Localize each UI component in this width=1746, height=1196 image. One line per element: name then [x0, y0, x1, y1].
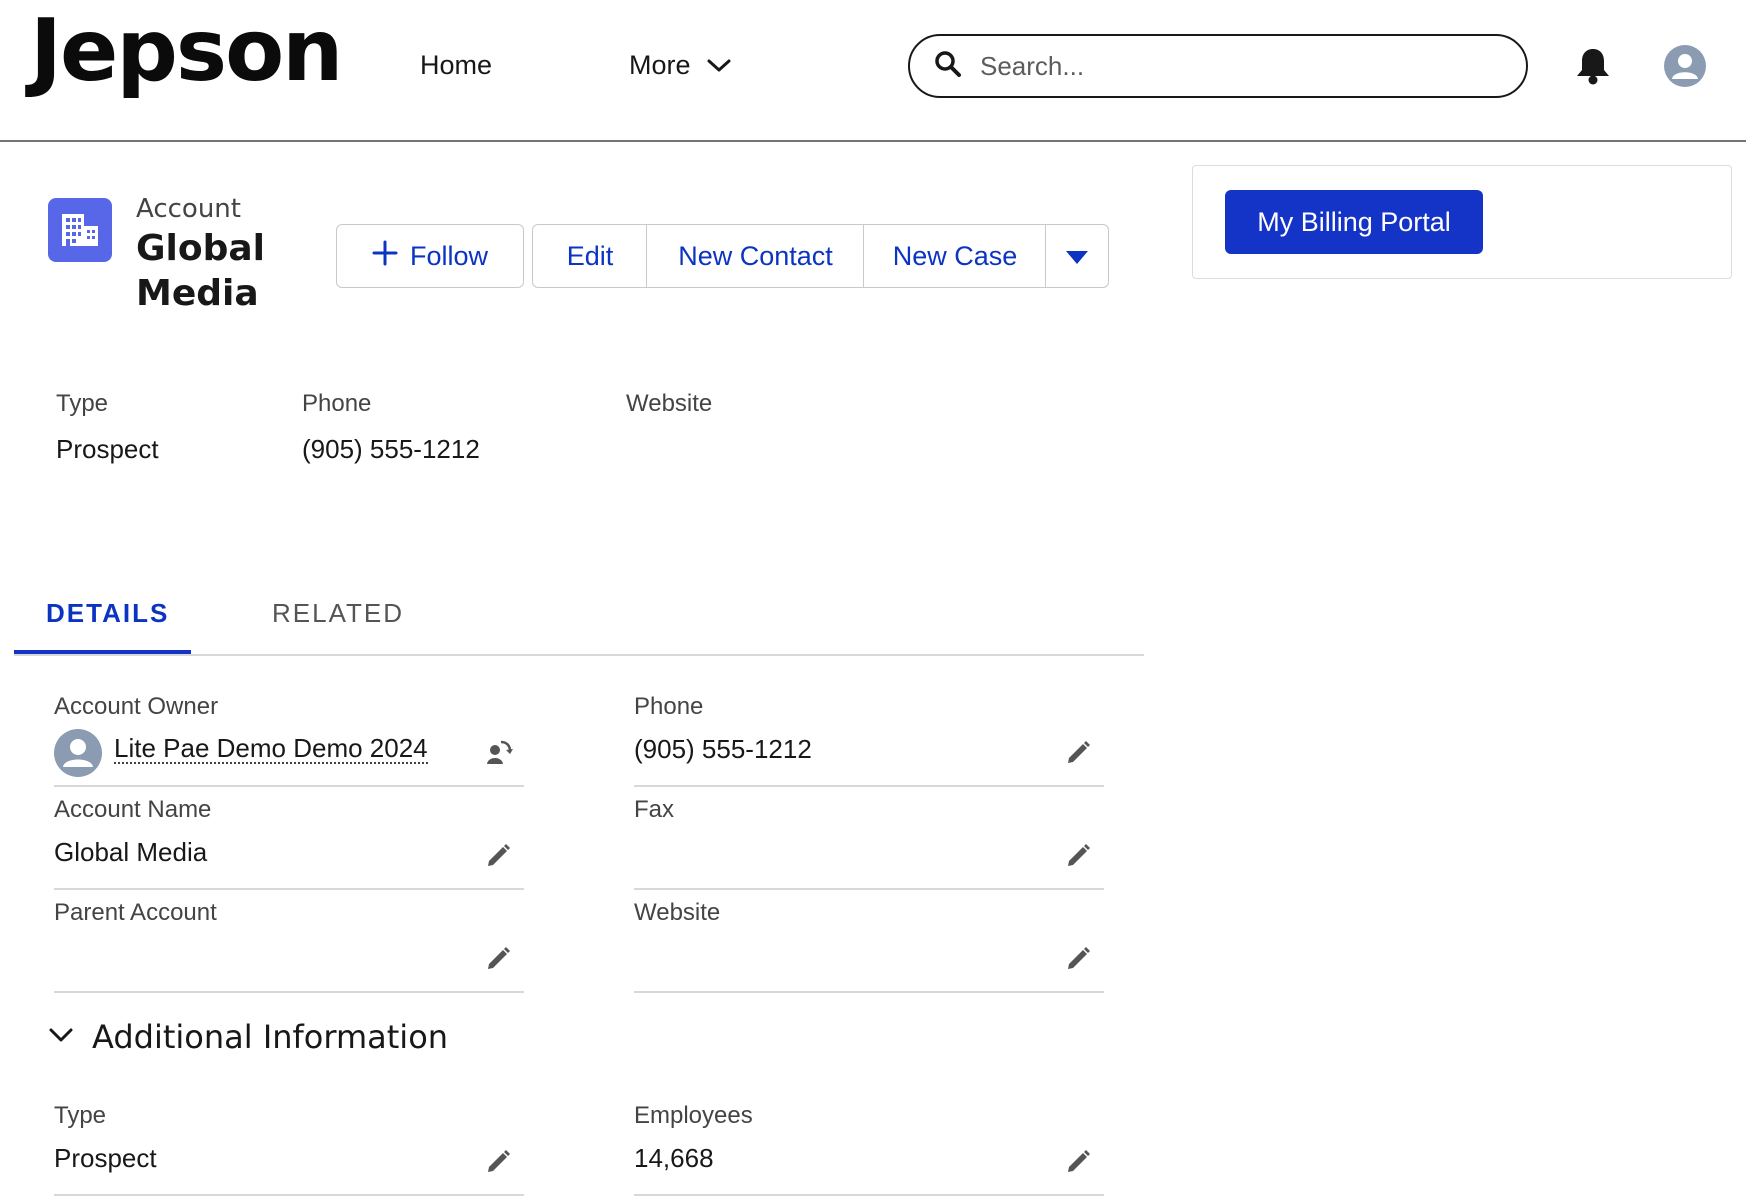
field-employees: Employees 14,668	[634, 1094, 1104, 1196]
follow-button[interactable]: Follow	[336, 224, 524, 288]
field-label: Fax	[634, 796, 675, 823]
chevron-down-icon	[48, 1026, 74, 1049]
field-label: Employees	[634, 1102, 753, 1129]
highlight-value[interactable]: (905) 555-1212	[302, 434, 480, 465]
highlight-label: Website	[626, 390, 713, 417]
field-value: Global Media	[54, 837, 208, 867]
chevron-down-icon	[707, 50, 731, 81]
billing-card: My Billing Portal	[1192, 165, 1732, 279]
global-header: Jepson Home More	[0, 0, 1746, 142]
field-account-owner: Account Owner Lite Pae Demo Demo 2024	[54, 685, 524, 787]
change-owner-icon[interactable]	[484, 737, 514, 767]
nav-home[interactable]: Home	[420, 50, 492, 81]
highlight-phone: Phone (905) 555-1212	[302, 390, 480, 465]
billing-portal-button[interactable]: My Billing Portal	[1225, 190, 1483, 254]
field-fax: Fax	[634, 788, 1104, 890]
pencil-icon[interactable]	[1064, 1146, 1094, 1176]
field-value[interactable]: (905) 555-1212	[634, 734, 812, 765]
highlight-website: Website	[626, 390, 712, 434]
pencil-icon[interactable]	[1064, 737, 1094, 767]
field-value: Prospect	[54, 1143, 157, 1173]
section-title: Additional Information	[92, 1018, 449, 1056]
field-account-name: Account Name Global Media	[54, 788, 524, 890]
pencil-icon[interactable]	[484, 943, 514, 973]
pencil-icon[interactable]	[1064, 943, 1094, 973]
field-label: Account Name	[54, 796, 212, 823]
field-parent-account: Parent Account	[54, 891, 524, 993]
pencil-icon[interactable]	[484, 840, 514, 870]
global-search[interactable]	[908, 34, 1528, 98]
new-case-button[interactable]: New Case	[863, 224, 1047, 288]
nav-more[interactable]: More	[629, 50, 731, 81]
pencil-icon[interactable]	[484, 1146, 514, 1176]
field-label: Website	[634, 899, 721, 926]
highlight-label: Type	[56, 390, 109, 417]
new-contact-button[interactable]: New Contact	[646, 224, 865, 288]
tab-details[interactable]: DETAILS	[46, 598, 169, 629]
user-avatar-icon	[54, 729, 102, 777]
field-label: Account Owner	[54, 693, 219, 720]
account-owner-link[interactable]: Lite Pae Demo Demo 2024	[114, 734, 428, 764]
user-avatar-icon[interactable]	[1664, 45, 1706, 87]
record-title: Global Media	[136, 228, 266, 314]
highlight-type: Type Prospect	[56, 390, 159, 465]
building-icon	[48, 198, 112, 262]
field-label: Type	[54, 1102, 107, 1129]
bell-icon[interactable]	[1574, 46, 1612, 91]
search-input[interactable]	[980, 50, 1500, 82]
field-website: Website	[634, 891, 1104, 993]
active-tab-indicator	[14, 650, 191, 654]
plus-icon	[372, 240, 398, 273]
search-icon	[934, 50, 962, 83]
more-actions-button[interactable]	[1045, 224, 1109, 288]
tab-related[interactable]: RELATED	[272, 598, 404, 629]
record-object-label: Account	[136, 194, 241, 224]
nav-more-label: More	[629, 50, 691, 80]
field-value: 14,668	[634, 1143, 714, 1173]
field-label: Phone	[634, 693, 704, 720]
highlight-label: Phone	[302, 390, 372, 417]
caret-down-icon	[1065, 241, 1089, 272]
field-type: Type Prospect	[54, 1094, 524, 1196]
follow-label: Follow	[409, 240, 489, 271]
field-phone: Phone (905) 555-1212	[634, 685, 1104, 787]
record-tabs: DETAILS RELATED	[14, 588, 1144, 656]
field-label: Parent Account	[54, 899, 217, 926]
section-additional-information[interactable]: Additional Information	[48, 1018, 448, 1056]
pencil-icon[interactable]	[1064, 840, 1094, 870]
brand-logo[interactable]: Jepson	[30, 8, 343, 94]
edit-button[interactable]: Edit	[532, 224, 648, 288]
highlight-value: Prospect	[56, 434, 159, 464]
